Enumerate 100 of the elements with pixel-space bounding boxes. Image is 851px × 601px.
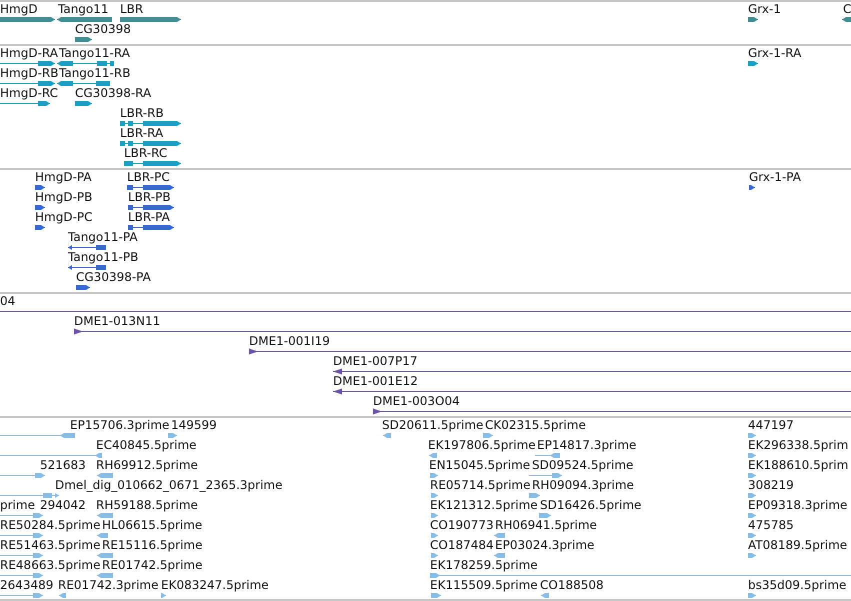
est-marker[interactable] bbox=[431, 492, 438, 499]
est-label: 447197 bbox=[748, 418, 794, 432]
transcript-model[interactable] bbox=[120, 120, 181, 127]
est-label: SD16426.5prime bbox=[540, 498, 642, 512]
protein-label: HmgD-PA bbox=[35, 170, 92, 184]
protein-bar[interactable] bbox=[35, 204, 45, 211]
transcript-model[interactable] bbox=[120, 140, 181, 147]
est-label: CK02315.5prime bbox=[485, 418, 586, 432]
est-label: EK121312.5prime bbox=[430, 498, 538, 512]
protein-label: LBR-PC bbox=[127, 170, 170, 184]
est-marker[interactable] bbox=[59, 592, 66, 599]
est-marker[interactable] bbox=[0, 592, 43, 599]
protein-bar[interactable] bbox=[127, 184, 174, 191]
clone-line[interactable] bbox=[373, 408, 851, 415]
est-marker[interactable] bbox=[529, 472, 562, 479]
est-marker[interactable] bbox=[429, 452, 437, 459]
est-label: RE01742.3prime bbox=[58, 578, 158, 592]
est-marker[interactable] bbox=[535, 452, 560, 459]
est-marker[interactable] bbox=[430, 572, 851, 579]
est-marker[interactable] bbox=[748, 492, 756, 499]
transcript-label: HmgD-RA bbox=[0, 46, 58, 60]
clone-line[interactable] bbox=[74, 328, 851, 335]
est-marker[interactable] bbox=[541, 592, 549, 599]
est-label: EK178259.5prime bbox=[430, 558, 538, 572]
est-marker[interactable] bbox=[97, 552, 113, 559]
est-label: EK188610.5prim bbox=[748, 458, 848, 472]
transcript-model[interactable] bbox=[57, 80, 110, 87]
protein-bar[interactable] bbox=[35, 184, 45, 191]
est-marker[interactable] bbox=[0, 432, 75, 439]
est-marker[interactable] bbox=[0, 452, 102, 459]
est-marker[interactable] bbox=[383, 432, 391, 439]
est-marker[interactable] bbox=[0, 472, 45, 479]
est-marker[interactable] bbox=[748, 532, 756, 539]
transcript-model[interactable] bbox=[75, 100, 92, 107]
est-marker[interactable] bbox=[161, 592, 166, 599]
est-marker[interactable] bbox=[539, 512, 551, 519]
est-marker[interactable] bbox=[748, 452, 756, 459]
protein-bar[interactable] bbox=[76, 284, 90, 291]
est-marker[interactable] bbox=[748, 592, 756, 599]
clone-line[interactable] bbox=[249, 348, 851, 355]
gene-bar[interactable] bbox=[748, 16, 758, 23]
est-marker[interactable] bbox=[748, 472, 756, 479]
est-marker[interactable] bbox=[431, 552, 438, 559]
est-label: EK083247.5prime bbox=[161, 578, 269, 592]
gene-label: Grx-1 bbox=[748, 2, 781, 16]
est-marker[interactable] bbox=[0, 512, 43, 519]
est-label: 149599 bbox=[171, 418, 217, 432]
protein-bar[interactable] bbox=[68, 264, 106, 271]
est-marker[interactable] bbox=[168, 432, 177, 439]
est-label: EP03024.3prime bbox=[495, 538, 594, 552]
gene-bar[interactable] bbox=[0, 16, 55, 23]
est-marker[interactable] bbox=[748, 552, 756, 559]
transcript-model[interactable] bbox=[57, 60, 114, 67]
est-label: bs35d09.5prime bbox=[748, 578, 846, 592]
transcript-model[interactable] bbox=[0, 60, 55, 67]
est-marker[interactable] bbox=[0, 552, 43, 559]
est-label: Dmel_dig_010662_0671_2365.3prime bbox=[55, 478, 283, 492]
gene-bar[interactable] bbox=[120, 16, 181, 23]
est-marker[interactable] bbox=[97, 512, 113, 519]
est-marker[interactable] bbox=[430, 472, 438, 479]
transcript-model[interactable] bbox=[0, 100, 50, 107]
protein-label: HmgD-PB bbox=[35, 190, 92, 204]
est-label: CO190773 bbox=[430, 518, 494, 532]
est-label: SD09524.5prime bbox=[532, 458, 634, 472]
transcript-model[interactable] bbox=[124, 160, 181, 167]
est-marker[interactable] bbox=[0, 532, 43, 539]
est-marker[interactable] bbox=[97, 532, 108, 539]
est-marker[interactable] bbox=[431, 512, 438, 519]
clone-line[interactable] bbox=[333, 388, 851, 395]
est-marker[interactable] bbox=[431, 532, 438, 539]
protein-bar[interactable] bbox=[35, 224, 45, 231]
transcript-label: LBR-RC bbox=[124, 146, 168, 160]
est-marker[interactable] bbox=[748, 432, 756, 439]
est-marker[interactable] bbox=[97, 472, 113, 479]
est-marker[interactable] bbox=[483, 432, 493, 439]
gene-bar[interactable] bbox=[75, 36, 92, 43]
est-label: RE51463.5prime bbox=[0, 538, 100, 552]
protein-bar[interactable] bbox=[128, 204, 174, 211]
est-label: EK115509.5prime bbox=[430, 578, 538, 592]
clone-label: DME1-013N11 bbox=[74, 314, 160, 328]
gene-bar[interactable] bbox=[57, 16, 112, 23]
est-marker[interactable] bbox=[748, 512, 756, 519]
protein-bar[interactable] bbox=[68, 244, 106, 251]
est-label: CO188508 bbox=[540, 578, 604, 592]
est-marker[interactable] bbox=[494, 532, 505, 539]
transcript-model[interactable] bbox=[748, 60, 758, 67]
transcript-model[interactable] bbox=[0, 80, 55, 87]
est-marker[interactable] bbox=[97, 572, 113, 579]
est-marker[interactable] bbox=[0, 492, 59, 499]
est-marker[interactable] bbox=[529, 492, 540, 499]
protein-bar[interactable] bbox=[128, 224, 174, 231]
est-label: RH06941.5prime bbox=[495, 518, 597, 532]
est-marker[interactable] bbox=[431, 592, 441, 599]
est-marker[interactable] bbox=[0, 572, 43, 579]
gene-bar[interactable] bbox=[842, 16, 851, 23]
clone-line[interactable] bbox=[0, 308, 851, 315]
est-marker[interactable] bbox=[494, 552, 505, 559]
est-label: EP14817.3prime bbox=[537, 438, 636, 452]
clone-line[interactable] bbox=[333, 368, 851, 375]
protein-bar[interactable] bbox=[749, 184, 755, 191]
